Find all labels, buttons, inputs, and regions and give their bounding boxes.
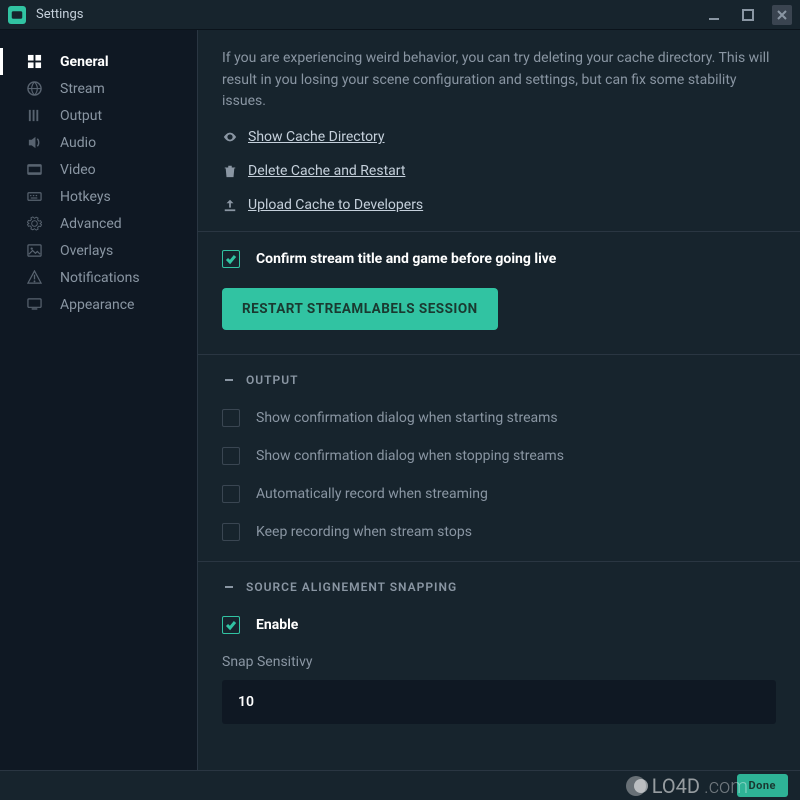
upload-cache-link[interactable]: Upload Cache to Developers <box>248 197 423 213</box>
output-checkbox-auto-record[interactable] <box>222 485 240 503</box>
titlebar: Settings <box>0 0 800 30</box>
keyboard-icon <box>26 189 42 205</box>
monitor-icon <box>26 297 42 313</box>
sidebar-item-general[interactable]: General <box>0 48 197 75</box>
sidebar-item-label: Hotkeys <box>60 189 111 205</box>
sidebar-item-label: Appearance <box>60 297 134 313</box>
sidebar-item-label: Audio <box>60 135 96 151</box>
eye-icon <box>222 129 238 145</box>
snap-header-label: SOURCE ALIGNEMENT SNAPPING <box>246 580 457 594</box>
snap-sensitivity-input[interactable] <box>222 680 776 724</box>
image-icon <box>26 243 42 259</box>
collapse-icon <box>222 373 236 387</box>
show-cache-link[interactable]: Show Cache Directory <box>248 129 385 145</box>
video-icon <box>26 162 42 178</box>
sidebar-item-overlays[interactable]: Overlays <box>0 237 197 264</box>
sidebar-item-advanced[interactable]: Advanced <box>0 210 197 237</box>
sidebar-item-appearance[interactable]: Appearance <box>0 291 197 318</box>
output-row-0: Show confirmation dialog when starting s… <box>222 409 776 427</box>
window-title: Settings <box>36 7 83 22</box>
output-checkbox-keep-recording[interactable] <box>222 523 240 541</box>
sidebar-item-stream[interactable]: Stream <box>0 75 197 102</box>
output-checkbox-start-confirm[interactable] <box>222 409 240 427</box>
output-label: Keep recording when stream stops <box>256 524 472 540</box>
snap-enable-row: Enable <box>222 616 776 634</box>
snap-section-header[interactable]: SOURCE ALIGNEMENT SNAPPING <box>222 580 776 594</box>
bars-icon <box>26 108 42 124</box>
sidebar: General Stream Output Audio Video Hotkey… <box>0 30 198 770</box>
delete-cache-link[interactable]: Delete Cache and Restart <box>248 163 405 179</box>
cache-description: If you are experiencing weird behavior, … <box>222 48 776 113</box>
confirm-stream-label: Confirm stream title and game before goi… <box>256 251 556 267</box>
show-cache-link-row: Show Cache Directory <box>222 129 776 145</box>
upload-icon <box>222 197 238 213</box>
output-header-label: OUTPUT <box>246 373 299 387</box>
collapse-icon <box>222 580 236 594</box>
restart-streamlabels-button[interactable]: Restart Streamlabels Session <box>222 288 498 330</box>
maximize-button[interactable] <box>738 5 758 25</box>
gear-icon <box>26 216 42 232</box>
output-label: Automatically record when streaming <box>256 486 488 502</box>
output-label: Show confirmation dialog when starting s… <box>256 410 558 426</box>
close-button[interactable] <box>772 5 792 25</box>
trash-icon <box>222 163 238 179</box>
delete-cache-link-row: Delete Cache and Restart <box>222 163 776 179</box>
warning-icon <box>26 270 42 286</box>
output-row-1: Show confirmation dialog when stopping s… <box>222 447 776 465</box>
sidebar-item-label: Advanced <box>60 216 122 232</box>
snap-enable-checkbox[interactable] <box>222 616 240 634</box>
sidebar-item-hotkeys[interactable]: Hotkeys <box>0 183 197 210</box>
sidebar-item-label: Overlays <box>60 243 113 259</box>
app-icon <box>8 6 26 24</box>
sidebar-item-label: Video <box>60 162 96 178</box>
globe-icon <box>26 81 42 97</box>
done-button[interactable]: Done <box>737 774 788 797</box>
footer: Done <box>0 770 800 800</box>
audio-icon <box>26 135 42 151</box>
output-checkbox-stop-confirm[interactable] <box>222 447 240 465</box>
window-controls <box>704 5 792 25</box>
sidebar-item-label: Output <box>60 108 102 124</box>
sidebar-item-notifications[interactable]: Notifications <box>0 264 197 291</box>
main-content: If you are experiencing weird behavior, … <box>198 30 800 770</box>
sidebar-item-label: Stream <box>60 81 105 97</box>
sidebar-item-label: General <box>60 54 109 70</box>
output-row-3: Keep recording when stream stops <box>222 523 776 541</box>
sidebar-item-audio[interactable]: Audio <box>0 129 197 156</box>
confirm-stream-row: Confirm stream title and game before goi… <box>222 250 776 268</box>
output-row-2: Automatically record when streaming <box>222 485 776 503</box>
sidebar-item-video[interactable]: Video <box>0 156 197 183</box>
confirm-stream-checkbox[interactable] <box>222 250 240 268</box>
output-section-header[interactable]: OUTPUT <box>222 373 776 387</box>
snap-sensitivity-label: Snap Sensitivy <box>222 654 776 670</box>
output-label: Show confirmation dialog when stopping s… <box>256 448 564 464</box>
upload-cache-link-row: Upload Cache to Developers <box>222 197 776 213</box>
snap-enable-label: Enable <box>256 617 298 633</box>
minimize-button[interactable] <box>704 5 724 25</box>
sidebar-item-label: Notifications <box>60 270 140 286</box>
sidebar-item-output[interactable]: Output <box>0 102 197 129</box>
grid-icon <box>26 54 42 70</box>
